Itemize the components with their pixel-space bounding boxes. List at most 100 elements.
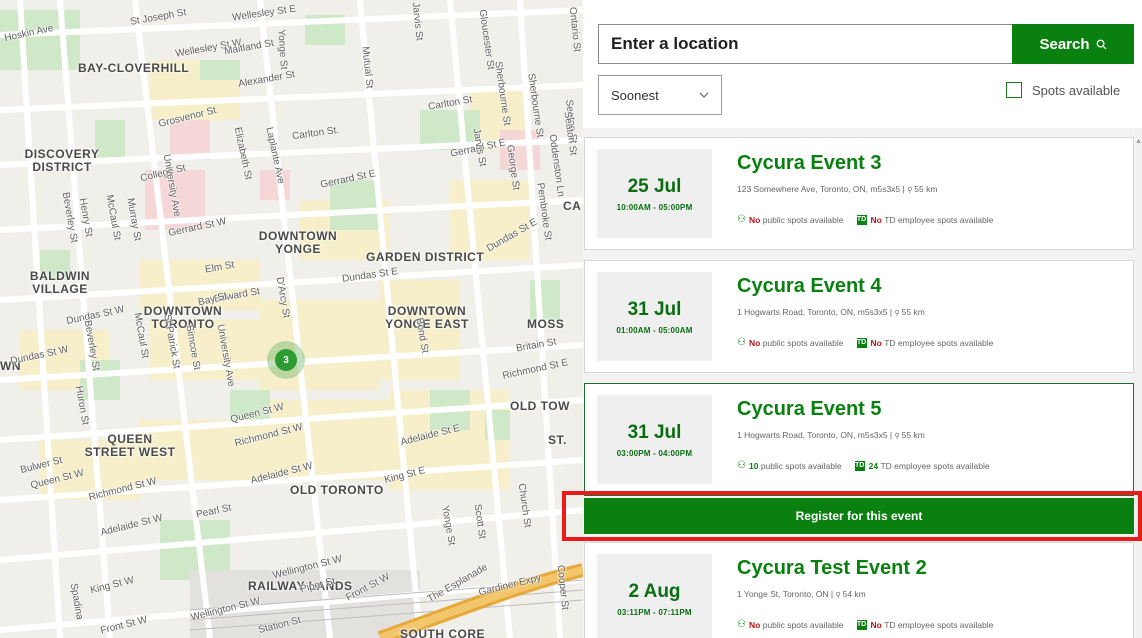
pin-icon: ⚲ xyxy=(907,187,913,194)
event-title[interactable]: Cycura Event 5 xyxy=(737,398,882,421)
map-district-label: RAILWAY LANDS xyxy=(248,579,353,593)
map-canvas xyxy=(0,0,583,638)
event-time: 03:11PM - 07:11PM xyxy=(617,607,692,617)
map-district-label: CA xyxy=(563,199,582,213)
separator: | xyxy=(887,307,895,317)
map-district-label: OLD TOW xyxy=(510,399,570,413)
location-input[interactable] xyxy=(598,24,1012,64)
td-spots-count: No xyxy=(870,337,882,348)
scrollbar[interactable] xyxy=(1135,128,1142,638)
event-distance: 55 km xyxy=(901,430,925,440)
search-button-label: Search xyxy=(1039,35,1090,53)
td-spots-text: TD employee spots available xyxy=(884,337,994,348)
sort-selected-value: Soonest xyxy=(611,87,659,103)
pin-icon: ⚲ xyxy=(894,310,900,317)
event-card[interactable]: 31 Jul 03:00PM - 04:00PM Cycura Event 5 1 H… xyxy=(584,383,1134,496)
event-address-text: 1 Hogwarts Road, Toronto, ON, m5s3x5 xyxy=(737,307,888,317)
people-icon: ⚇ xyxy=(737,214,746,225)
map-cluster-marker[interactable]: 3 xyxy=(267,341,305,379)
td-spots-text: TD employee spots available xyxy=(880,460,990,471)
event-day: 2 Aug xyxy=(628,580,681,602)
public-spots-text: public spots available xyxy=(762,337,844,348)
map-district-label: QUEEN STREET WEST xyxy=(84,432,176,459)
map[interactable]: BAY-CLOVERHILL DISCOVERY DISTRICT DOWNTOW… xyxy=(0,0,583,638)
event-spots: ⚇ 10 public spots available TD 24 TD employ… xyxy=(737,460,990,471)
spots-available-filter[interactable]: Spots available xyxy=(1006,82,1120,98)
public-spots-text: public spots available xyxy=(760,460,842,471)
public-spots-count: No xyxy=(748,619,761,630)
td-spots-count: No xyxy=(870,214,882,225)
public-spots-text: public spots available xyxy=(762,214,844,225)
panel-top-strip xyxy=(583,0,1142,8)
chevron-down-icon xyxy=(699,92,709,98)
map-district-label: DOWNTOWN YONGE EAST xyxy=(385,304,469,331)
pin-icon: ⚲ xyxy=(894,433,900,440)
event-time: 01:00AM - 05:00AM xyxy=(616,325,693,335)
event-title[interactable]: Cycura Event 3 xyxy=(737,152,882,175)
map-district-label: WN xyxy=(0,359,21,373)
separator: | xyxy=(887,430,895,440)
event-time: 10:00AM - 05:00PM xyxy=(616,202,693,212)
map-district-label: GARDEN DISTRICT xyxy=(366,250,485,264)
event-time: 03:00PM - 04:00PM xyxy=(616,448,693,458)
event-spots: ⚇ No public spots available TD No TD employ… xyxy=(737,337,993,348)
event-day: 31 Jul xyxy=(627,421,682,443)
people-icon: ⚇ xyxy=(737,460,746,471)
td-logo-icon: TD xyxy=(856,337,867,348)
search-controls: Search Soonest Spots available xyxy=(583,8,1142,128)
event-spots: ⚇ No public spots available TD No TD employ… xyxy=(737,214,993,225)
scroll-up-arrow-icon[interactable]: ▲ xyxy=(1135,138,1142,146)
register-event-button[interactable]: Register for this event xyxy=(584,498,1134,534)
event-date-box: 25 Jul 10:00AM - 05:00PM xyxy=(597,149,712,238)
td-logo-icon: TD xyxy=(856,619,867,630)
event-address-text: 123 Somewhere Ave, Toronto, ON, m5s3x5 xyxy=(737,184,901,194)
event-distance: 55 km xyxy=(914,184,938,194)
app-root: BAY-CLOVERHILL DISCOVERY DISTRICT DOWNTOW… xyxy=(0,0,1142,638)
pin-icon: ⚲ xyxy=(835,592,841,599)
map-district-label: MOSS xyxy=(527,317,565,331)
search-icon xyxy=(1096,39,1106,49)
map-district-label: DOWNTOWN YONGE xyxy=(258,229,338,256)
map-district-label: DISCOVERY DISTRICT xyxy=(24,147,100,174)
event-title[interactable]: Cycura Test Event 2 xyxy=(737,557,927,580)
event-address: 1 Hogwarts Road, Toronto, ON, m5s3x5 | ⚲… xyxy=(737,430,925,440)
event-address-text: 1 Hogwarts Road, Toronto, ON, m5s3x5 xyxy=(737,430,888,440)
search-button[interactable]: Search xyxy=(1012,24,1134,64)
event-distance: 54 km xyxy=(842,589,866,599)
public-spots-text: public spots available xyxy=(762,619,844,630)
map-district-label: ST. xyxy=(548,433,567,447)
td-logo-icon: TD xyxy=(856,214,867,225)
event-day: 25 Jul xyxy=(627,175,682,197)
map-cluster-count: 3 xyxy=(275,349,297,371)
event-title[interactable]: Cycura Event 4 xyxy=(737,275,882,298)
people-icon: ⚇ xyxy=(737,619,746,630)
map-district-label: BAY-CLOVERHILL xyxy=(78,61,190,75)
event-spots: ⚇ No public spots available TD No TD employ… xyxy=(737,619,993,630)
event-address: 1 Hogwarts Road, Toronto, ON, m5s3x5 | ⚲… xyxy=(737,307,925,317)
event-date-box: 31 Jul 01:00AM - 05:00AM xyxy=(597,272,712,361)
spots-available-checkbox[interactable] xyxy=(1006,82,1022,98)
people-icon: ⚇ xyxy=(737,337,746,348)
event-address: 123 Somewhere Ave, Toronto, ON, m5s3x5 |… xyxy=(737,184,937,194)
event-address: 1 Yonge St, Toronto, ON | ⚲ 54 km xyxy=(737,589,866,599)
event-list[interactable]: 25 Jul 10:00AM - 05:00PM Cycura Event 3 123… xyxy=(583,128,1142,638)
td-spots-text: TD employee spots available xyxy=(884,214,994,225)
map-district-label: OLD TORONTO xyxy=(290,483,384,497)
public-spots-count: No xyxy=(748,337,761,348)
td-spots-text: TD employee spots available xyxy=(884,619,994,630)
spots-available-label: Spots available xyxy=(1032,82,1121,98)
event-card[interactable]: 31 Jul 01:00AM - 05:00AM Cycura Event 4 1 H… xyxy=(584,260,1134,373)
event-day: 31 Jul xyxy=(627,298,682,320)
sort-select[interactable]: Soonest xyxy=(598,75,722,115)
event-card[interactable]: 2 Aug 03:11PM - 07:11PM Cycura Test Event … xyxy=(584,542,1134,638)
event-address-text: 1 Yonge St, Toronto, ON xyxy=(737,589,829,599)
td-spots-count: No xyxy=(870,619,882,630)
event-distance: 55 km xyxy=(901,307,925,317)
td-logo-icon: TD xyxy=(854,460,865,471)
td-spots-count: 24 xyxy=(868,460,879,471)
map-district-label: DOWNTOWN TORONTO xyxy=(143,304,223,331)
event-card[interactable]: 25 Jul 10:00AM - 05:00PM Cycura Event 3 123… xyxy=(584,137,1134,250)
event-date-box: 31 Jul 03:00PM - 04:00PM xyxy=(597,395,712,484)
public-spots-count: 10 xyxy=(748,460,759,471)
map-district-label: BALDWIN VILLAGE xyxy=(29,269,91,296)
